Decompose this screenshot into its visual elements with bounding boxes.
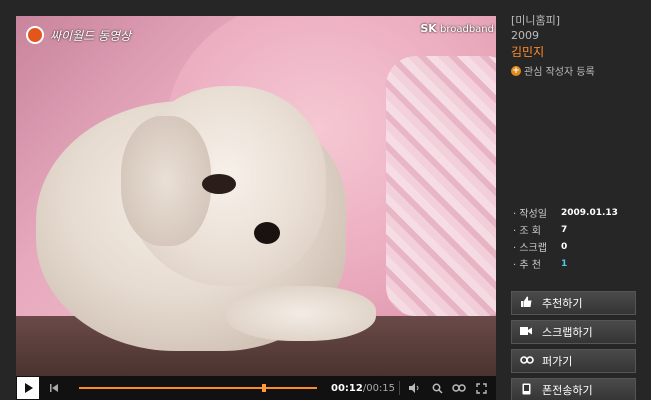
meta-row-views: · 조 회 7 [513,221,643,238]
meta-value: 2009.01.13 [561,207,618,218]
scrap-label: 스크랩하기 [542,326,593,339]
total-time: /00:15 [362,382,396,394]
meta-row-recommends: · 추 천 1 [513,255,643,272]
dog-nose [254,222,280,244]
follow-author-label: 관심 작성자 등록 [524,67,595,78]
post-meta: · 작성일 2009.01.13 · 조 회 7 · 스크랩 0 · 추 천 1 [513,204,643,272]
thumbs-up-icon [520,296,532,310]
play-button[interactable] [17,377,39,399]
player-controls: 00:12/00:15 [16,376,496,400]
meta-value: 1 [561,258,568,269]
dog-ear [121,116,211,246]
year-label: 2009 [511,29,539,42]
scrap-button[interactable]: 스크랩하기 [511,320,636,344]
meta-value: 7 [561,224,568,235]
meta-row-date: · 작성일 2009.01.13 [513,204,643,221]
cyworld-badge-icon [26,26,44,44]
link-icon [520,355,534,367]
meta-key: · 작성일 [513,209,547,220]
meta-value: 0 [561,241,568,252]
meta-key: · 추 천 [513,260,541,271]
seek-handle[interactable] [262,384,267,392]
recommend-button[interactable]: 추천하기 [511,291,636,315]
category-label: [미니홈피] [511,14,561,27]
time-display: 00:12/00:15 [331,383,395,394]
sk-logo-sub: broadband [440,24,494,35]
follow-author-link[interactable]: + 관심 작성자 등록 [511,63,646,78]
dog-eye [202,174,236,194]
scrap-icon [520,326,532,339]
author-name[interactable]: 김민지 [511,43,646,60]
meta-key: · 스크랩 [513,243,547,254]
dog-paw [226,286,376,341]
fullscreen-icon[interactable] [470,377,492,399]
recommend-label: 추천하기 [542,297,583,310]
current-time: 00:12 [331,382,363,394]
pillow-shape [386,56,496,316]
video-viewer: 싸이월드 동영상 SK broadband 00:12/00:15 [미니홈피]… [0,0,651,400]
send-to-phone-label: 폰전송하기 [542,384,593,397]
embed-button[interactable]: 퍼가기 [511,349,636,373]
phone-icon [520,383,532,398]
action-buttons: 추천하기 스크랩하기 퍼가기 폰전송하기 [511,291,636,400]
previous-icon[interactable] [43,377,65,399]
info-panel: [미니홈피] 2009 김민지 + 관심 작성자 등록 [511,12,646,78]
embed-label: 퍼가기 [542,355,573,368]
meta-key: · 조 회 [513,226,541,237]
separator [399,381,401,395]
send-to-phone-button[interactable]: 폰전송하기 [511,378,636,400]
sk-broadband-logo: SK broadband [420,22,494,35]
cyworld-logo-text: 싸이월드 동영상 [50,28,132,43]
meta-row-scraps: · 스크랩 0 [513,238,643,255]
cyworld-logo: 싸이월드 동영상 [26,26,131,44]
seek-bar[interactable] [79,384,317,392]
plus-icon: + [511,65,521,76]
search-icon[interactable] [426,377,448,399]
loop-icon[interactable] [448,377,470,399]
sk-logo-brand: SK [420,22,437,35]
volume-icon[interactable] [404,377,426,399]
video-frame[interactable]: 싸이월드 동영상 SK broadband [16,16,496,376]
